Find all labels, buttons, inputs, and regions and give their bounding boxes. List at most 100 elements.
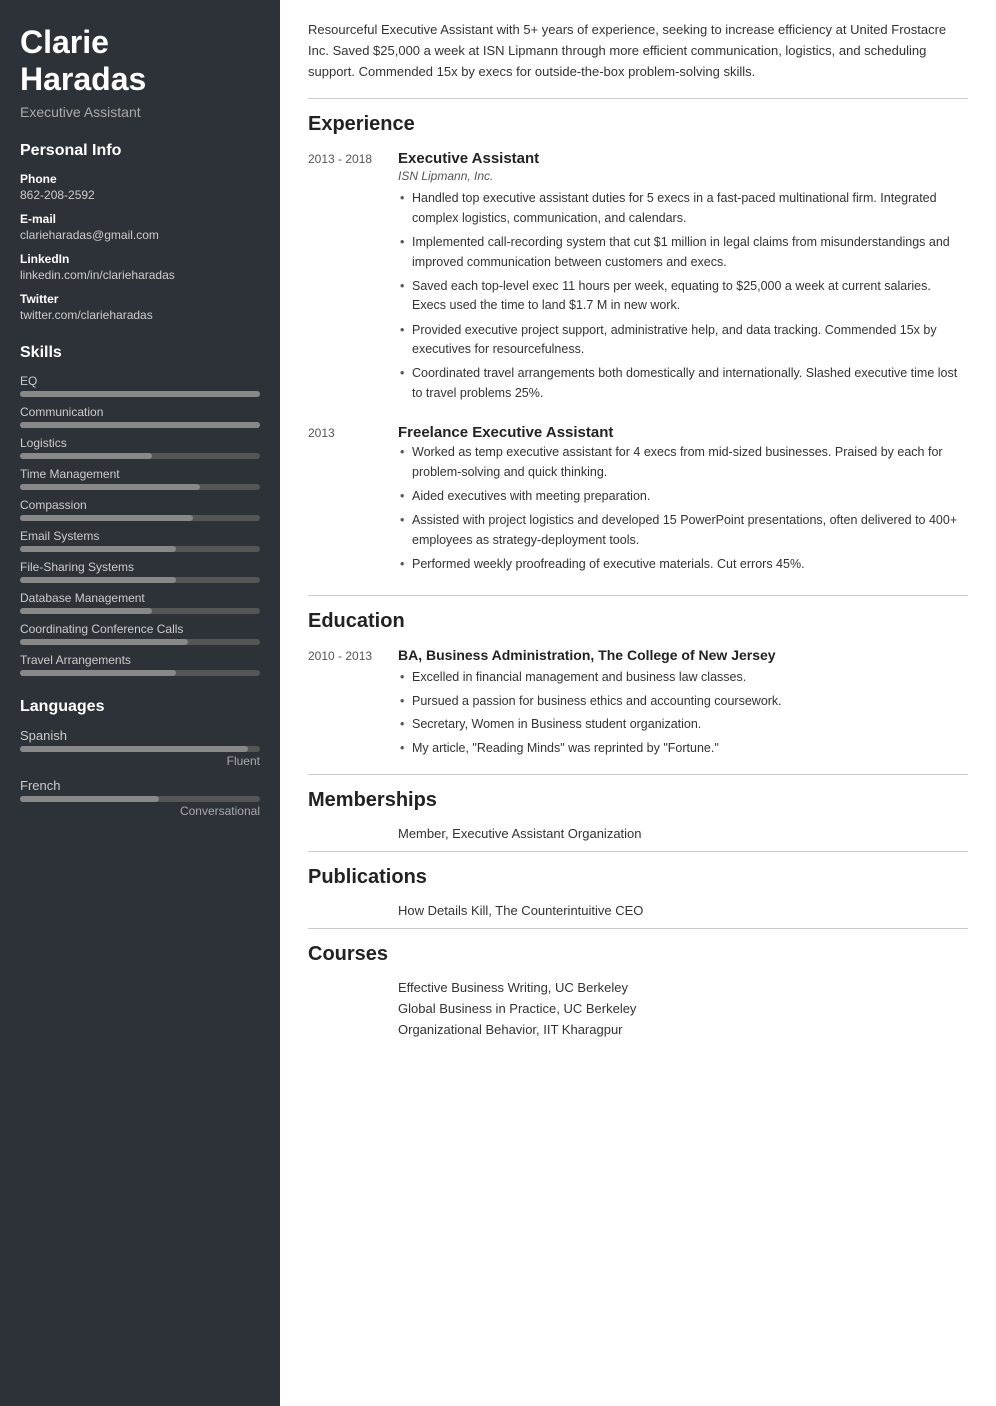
job-content: Executive AssistantISN Lipmann, Inc.Hand… bbox=[398, 150, 968, 408]
languages-heading: Languages bbox=[20, 698, 260, 716]
publication-spacer bbox=[308, 903, 398, 918]
course-value: Global Business in Practice, UC Berkeley bbox=[398, 1001, 636, 1016]
edu-bullet: Secretary, Women in Business student org… bbox=[398, 715, 968, 734]
email-value: clarieharadas@gmail.com bbox=[20, 228, 260, 242]
language-bar-fill bbox=[20, 796, 159, 802]
divider-experience bbox=[308, 98, 968, 99]
course-spacer bbox=[308, 1022, 398, 1037]
skill-item: Time Management bbox=[20, 467, 260, 490]
skill-name: File-Sharing Systems bbox=[20, 560, 260, 574]
job-content: Freelance Executive AssistantWorked as t… bbox=[398, 424, 968, 579]
language-level: Conversational bbox=[20, 804, 260, 818]
language-bar-bg bbox=[20, 746, 260, 752]
job-dates: 2013 bbox=[308, 424, 398, 579]
twitter-label: Twitter bbox=[20, 292, 260, 306]
skills-heading: Skills bbox=[20, 344, 260, 362]
publications-heading: Publications bbox=[308, 866, 968, 889]
memberships-list: Member, Executive Assistant Organization bbox=[308, 826, 968, 841]
skill-item: File-Sharing Systems bbox=[20, 560, 260, 583]
memberships-heading: Memberships bbox=[308, 789, 968, 812]
language-level: Fluent bbox=[20, 754, 260, 768]
skill-item: Database Management bbox=[20, 591, 260, 614]
skill-name: Email Systems bbox=[20, 529, 260, 543]
skill-bar-bg bbox=[20, 515, 260, 521]
job-bullet: Aided executives with meeting preparatio… bbox=[398, 487, 968, 506]
email-label: E-mail bbox=[20, 212, 260, 226]
phone-value: 862-208-2592 bbox=[20, 188, 260, 202]
skill-bar-fill bbox=[20, 453, 152, 459]
personal-info-heading: Personal Info bbox=[20, 142, 260, 160]
linkedin-label: LinkedIn bbox=[20, 252, 260, 266]
education-list: 2010 - 2013BA, Business Administration, … bbox=[308, 647, 968, 762]
language-name: Spanish bbox=[20, 728, 260, 743]
edu-bullets: Excelled in financial management and bus… bbox=[398, 668, 968, 758]
course-row: Organizational Behavior, IIT Kharagpur bbox=[308, 1022, 968, 1037]
language-bar-bg bbox=[20, 796, 260, 802]
edu-bullet: Pursued a passion for business ethics an… bbox=[398, 692, 968, 711]
twitter-value: twitter.com/clarieharadas bbox=[20, 308, 260, 322]
publication-row: How Details Kill, The Counterintuitive C… bbox=[308, 903, 968, 918]
course-value: Organizational Behavior, IIT Kharagpur bbox=[398, 1022, 623, 1037]
skill-item: Logistics bbox=[20, 436, 260, 459]
divider-memberships bbox=[308, 774, 968, 775]
skill-item: Coordinating Conference Calls bbox=[20, 622, 260, 645]
skill-bar-fill bbox=[20, 422, 260, 428]
edu-content: BA, Business Administration, The College… bbox=[398, 647, 968, 762]
job-bullets: Worked as temp executive assistant for 4… bbox=[398, 443, 968, 574]
course-value: Effective Business Writing, UC Berkeley bbox=[398, 980, 628, 995]
skill-name: Communication bbox=[20, 405, 260, 419]
job-bullet: Worked as temp executive assistant for 4… bbox=[398, 443, 968, 482]
language-bar-fill bbox=[20, 746, 248, 752]
job-title: Executive Assistant bbox=[398, 150, 968, 167]
language-name: French bbox=[20, 778, 260, 793]
skill-bar-bg bbox=[20, 670, 260, 676]
skill-item: Communication bbox=[20, 405, 260, 428]
job-bullet: Handled top executive assistant duties f… bbox=[398, 189, 968, 228]
skill-bar-fill bbox=[20, 391, 260, 397]
skill-item: Compassion bbox=[20, 498, 260, 521]
publications-list: How Details Kill, The Counterintuitive C… bbox=[308, 903, 968, 918]
skill-bar-bg bbox=[20, 453, 260, 459]
skill-bar-bg bbox=[20, 391, 260, 397]
skill-bar-bg bbox=[20, 639, 260, 645]
linkedin-value: linkedin.com/in/clarieharadas bbox=[20, 268, 260, 282]
course-spacer bbox=[308, 1001, 398, 1016]
course-row: Global Business in Practice, UC Berkeley bbox=[308, 1001, 968, 1016]
courses-list: Effective Business Writing, UC Berkeley G… bbox=[308, 980, 968, 1037]
phone-label: Phone bbox=[20, 172, 260, 186]
skill-name: Database Management bbox=[20, 591, 260, 605]
job-dates: 2013 - 2018 bbox=[308, 150, 398, 408]
language-item: French Conversational bbox=[20, 778, 260, 818]
membership-row: Member, Executive Assistant Organization bbox=[308, 826, 968, 841]
sidebar: Clarie Haradas Executive Assistant Perso… bbox=[0, 0, 280, 1406]
skill-item: Email Systems bbox=[20, 529, 260, 552]
skill-bar-fill bbox=[20, 484, 200, 490]
skill-item: EQ bbox=[20, 374, 260, 397]
skill-bar-fill bbox=[20, 670, 176, 676]
skill-name: Time Management bbox=[20, 467, 260, 481]
skill-bar-fill bbox=[20, 577, 176, 583]
experience-list: 2013 - 2018Executive AssistantISN Lipman… bbox=[308, 150, 968, 579]
education-heading: Education bbox=[308, 610, 968, 633]
skill-bar-fill bbox=[20, 608, 152, 614]
language-item: Spanish Fluent bbox=[20, 728, 260, 768]
candidate-name: Clarie Haradas bbox=[20, 24, 260, 98]
edu-degree: BA, Business Administration, The College… bbox=[398, 647, 968, 663]
main-content: Resourceful Executive Assistant with 5+ … bbox=[280, 0, 996, 1406]
job-bullet: Assisted with project logistics and deve… bbox=[398, 511, 968, 550]
skill-name: Logistics bbox=[20, 436, 260, 450]
edu-bullet: My article, "Reading Minds" was reprinte… bbox=[398, 739, 968, 758]
job-bullet: Performed weekly proofreading of executi… bbox=[398, 555, 968, 574]
skill-bar-fill bbox=[20, 546, 176, 552]
edu-dates: 2010 - 2013 bbox=[308, 647, 398, 762]
job-bullet: Implemented call-recording system that c… bbox=[398, 233, 968, 272]
skill-name: Coordinating Conference Calls bbox=[20, 622, 260, 636]
divider-publications bbox=[308, 851, 968, 852]
membership-value: Member, Executive Assistant Organization bbox=[398, 826, 642, 841]
job-bullet: Coordinated travel arrangements both dom… bbox=[398, 364, 968, 403]
summary-text: Resourceful Executive Assistant with 5+ … bbox=[308, 20, 968, 82]
job-bullet: Saved each top-level exec 11 hours per w… bbox=[398, 277, 968, 316]
experience-row: 2013Freelance Executive AssistantWorked … bbox=[308, 424, 968, 579]
candidate-title: Executive Assistant bbox=[20, 104, 260, 120]
languages-list: Spanish Fluent French Conversational bbox=[20, 728, 260, 818]
